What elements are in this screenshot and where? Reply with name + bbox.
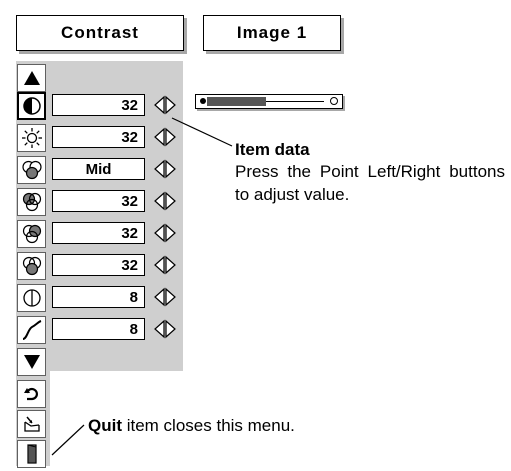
scroll-up-button[interactable] [17, 64, 46, 92]
adjust-arrows[interactable] [151, 94, 179, 116]
quit-note-text: item closes this menu. [122, 416, 295, 435]
white-balance-green-icon [22, 224, 41, 244]
quit-note-bold: Quit [88, 416, 122, 435]
slider-max-dot [330, 97, 338, 105]
sharpness-icon [22, 289, 41, 307]
value-field-sharpness[interactable]: 8 [52, 286, 145, 308]
value-text: 32 [121, 256, 138, 274]
adjust-arrows[interactable] [151, 254, 179, 276]
value-field-white-balance-green[interactable]: 32 [52, 222, 145, 244]
store-button[interactable] [17, 410, 46, 438]
contrast-icon [22, 97, 41, 115]
image-mode-box: Image 1 [203, 15, 341, 51]
value-field-white-balance-blue[interactable]: 32 [52, 254, 145, 276]
adjust-arrows[interactable] [151, 222, 179, 244]
reset-button[interactable] [17, 380, 46, 408]
triangle-up-icon [23, 71, 40, 85]
value-text: Mid [85, 160, 112, 178]
menu-title-label: Contrast [61, 23, 139, 42]
menu-title: Contrast [16, 15, 184, 51]
store-tray-icon [23, 416, 40, 432]
left-right-arrows-icon [154, 255, 176, 275]
reset-arrow-icon [23, 387, 38, 401]
gamma-curve-icon [22, 320, 41, 340]
menu-item-brightness[interactable] [17, 124, 46, 152]
quit-button[interactable] [17, 440, 46, 468]
left-right-arrows-icon [154, 159, 176, 179]
value-text: 32 [121, 128, 138, 146]
white-balance-blue-icon [22, 256, 41, 276]
value-field-gamma[interactable]: 8 [52, 318, 145, 340]
value-text: 32 [121, 224, 138, 242]
value-field-contrast[interactable]: 32 [52, 94, 145, 116]
slider-fill [207, 97, 266, 106]
value-field-brightness[interactable]: 32 [52, 126, 145, 148]
item-data-title: Item data [235, 140, 310, 159]
quit-door-icon [26, 444, 37, 464]
value-text: 8 [129, 320, 138, 338]
value-text: 32 [121, 96, 138, 114]
brightness-sun-icon [21, 128, 42, 148]
adjust-arrows[interactable] [151, 126, 179, 148]
left-right-arrows-icon [154, 191, 176, 211]
level-slider[interactable] [195, 94, 343, 109]
quit-note: Quit item closes this menu. [88, 416, 295, 436]
menu-item-white-balance-red[interactable] [17, 188, 46, 216]
quit-pointer-line [51, 424, 85, 456]
left-right-arrows-icon [154, 223, 176, 243]
menu-item-white-balance-green[interactable] [17, 220, 46, 248]
item-data-description: Press the Point Left/Right buttons to ad… [235, 162, 505, 204]
triangle-down-icon [23, 355, 40, 369]
menu-item-color-temp[interactable] [17, 156, 46, 184]
adjust-arrows[interactable] [151, 158, 179, 180]
value-field-color-temp[interactable]: Mid [52, 158, 145, 180]
scroll-down-button[interactable] [17, 348, 46, 376]
left-right-arrows-icon [154, 319, 176, 339]
value-text: 8 [129, 288, 138, 306]
left-right-arrows-icon [154, 287, 176, 307]
menu-item-sharpness[interactable] [17, 284, 46, 312]
adjust-arrows[interactable] [151, 190, 179, 212]
left-right-arrows-icon [154, 127, 176, 147]
menu-item-gamma[interactable] [17, 316, 46, 344]
menu-item-white-balance-blue[interactable] [17, 252, 46, 280]
slider-min-dot [200, 98, 206, 104]
left-right-arrows-icon [154, 95, 176, 115]
white-balance-red-icon [22, 192, 41, 212]
color-temp-icon [21, 160, 42, 180]
image-mode-label: Image 1 [236, 23, 308, 42]
adjust-arrows[interactable] [151, 318, 179, 340]
adjust-arrows[interactable] [151, 286, 179, 308]
menu-item-contrast[interactable] [17, 92, 46, 120]
value-field-white-balance-red[interactable]: 32 [52, 190, 145, 212]
value-text: 32 [121, 192, 138, 210]
